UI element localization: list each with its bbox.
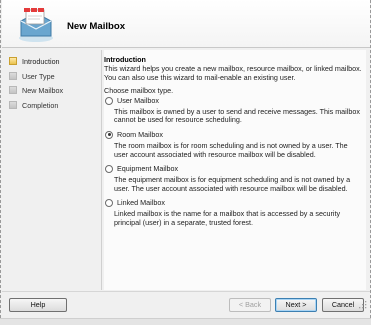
wizard-steps-nav: Introduction User Type New Mailbox Compl… (9, 56, 101, 114)
nav-step-label: Introduction (22, 57, 60, 66)
nav-step-completion[interactable]: Completion (9, 100, 101, 115)
nav-step-label: New Mailbox (22, 86, 64, 95)
radio-button-selected[interactable] (105, 130, 113, 139)
radio-button[interactable] (105, 199, 113, 208)
step-status-icon (9, 86, 17, 94)
cancel-button[interactable]: Cancel (322, 298, 364, 312)
equipment-mailbox-description: The equipment mailbox is for equipment s… (114, 175, 351, 193)
radio-button[interactable] (105, 165, 113, 174)
step-status-icon (9, 57, 17, 65)
nav-divider (101, 50, 102, 290)
resize-grip-icon[interactable] (359, 301, 367, 309)
room-mailbox-description: The room mailbox is for room scheduling … (114, 140, 348, 159)
user-mailbox-option[interactable]: User Mailbox (104, 96, 362, 107)
option-label[interactable]: Equipment Mailbox (117, 164, 178, 174)
new-mailbox-wizard-icon (19, 8, 53, 42)
radio-button[interactable] (105, 96, 113, 105)
user-mailbox-description: This mailbox is owned by a user to send … (114, 106, 360, 125)
nav-step-label: User Type (22, 71, 55, 81)
help-button[interactable]: Help (9, 298, 67, 312)
next-button[interactable]: Next > (275, 298, 317, 312)
option-label[interactable]: Room Mailbox (117, 130, 163, 140)
section-heading: Introduction (104, 55, 146, 64)
equipment-mailbox-option[interactable]: Equipment Mailbox (104, 164, 362, 175)
choose-type-prompt: Choose mailbox type. (104, 86, 174, 96)
option-label[interactable]: Linked Mailbox (117, 198, 165, 208)
nav-step-new-mailbox[interactable]: New Mailbox (9, 85, 101, 100)
nav-step-user-type[interactable]: User Type (9, 71, 101, 86)
wizard-title: New Mailbox (67, 21, 126, 32)
linked-mailbox-option[interactable]: Linked Mailbox (104, 198, 362, 209)
step-status-icon (9, 71, 17, 80)
step-status-icon (9, 100, 17, 109)
option-label[interactable]: User Mailbox (117, 96, 159, 106)
linked-mailbox-description: Linked mailbox is the name for a mailbox… (114, 209, 341, 227)
intro-description: This wizard helps you create a new mailb… (104, 64, 362, 82)
wizard-content-panel: Introduction This wizard helps you creat… (104, 50, 366, 290)
nav-step-label: Completion (22, 100, 59, 110)
wizard-window: New Mailbox Introduction User Type New M… (0, 0, 371, 318)
nav-step-introduction[interactable]: Introduction (9, 56, 101, 71)
footer-divider (2, 291, 370, 292)
back-button[interactable]: < Back (229, 298, 271, 312)
room-mailbox-option[interactable]: Room Mailbox (104, 130, 362, 141)
header-divider (2, 47, 370, 48)
wizard-header: New Mailbox (2, 0, 370, 47)
